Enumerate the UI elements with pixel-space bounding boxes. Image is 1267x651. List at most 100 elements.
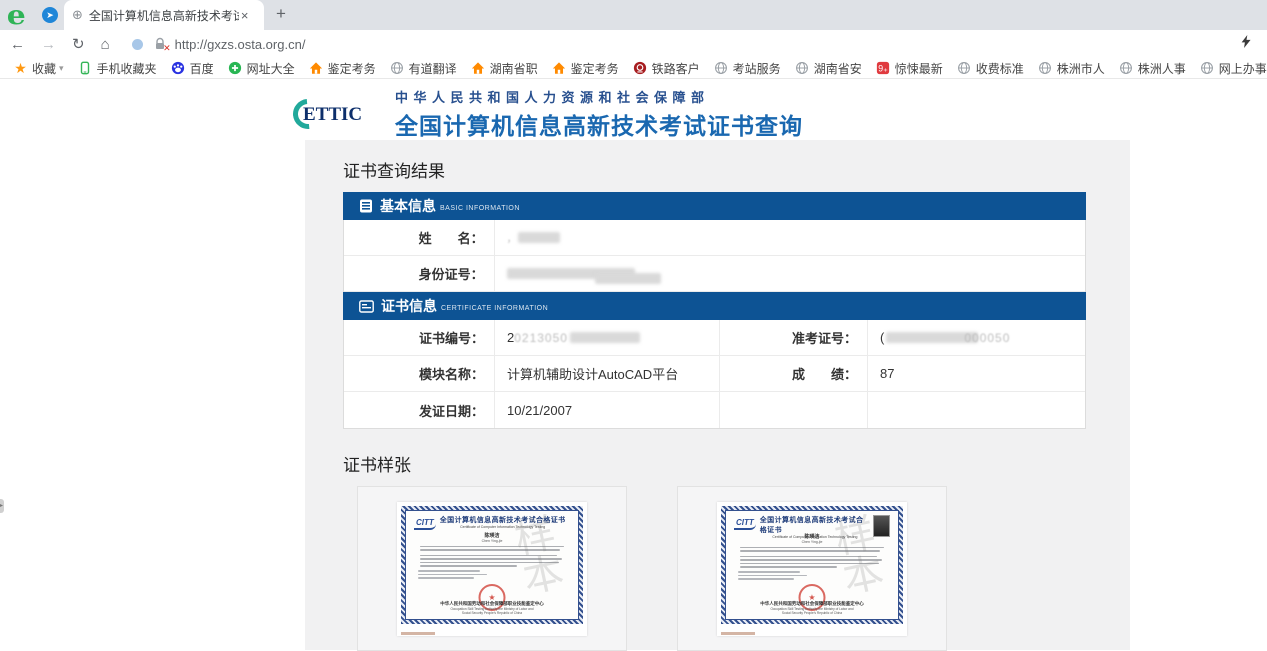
globe-icon: [1200, 61, 1215, 76]
score-label: 成 绩：: [719, 356, 867, 392]
bookmark-item[interactable]: ★ 收藏▾: [13, 60, 64, 77]
basic-info-title: 基本信息: [380, 196, 436, 216]
bookmark-item[interactable]: 收费标准: [957, 60, 1024, 77]
bookmark-label: 考站服务: [733, 60, 781, 77]
phone-icon: [78, 61, 93, 76]
sidebar-collapse-handle[interactable]: ▸: [0, 499, 4, 513]
bookmark-item[interactable]: 铁路客户: [633, 60, 700, 77]
result-heading: 证书查询结果: [305, 140, 1130, 192]
home-button[interactable]: ⌂: [101, 36, 110, 53]
bookmark-label: 有道翻译: [409, 60, 457, 77]
module-value: 计算机辅助设计AutoCAD平台: [494, 356, 719, 392]
result-table: 基本信息 BASIC INFORMATION 姓 名： ， 身份证号：: [343, 192, 1086, 429]
bookmark-label: 网上办事: [1219, 60, 1267, 77]
bookmark-item[interactable]: 网址大全: [228, 60, 295, 77]
bookmark-label: 湖南省职: [490, 60, 538, 77]
certificate-samples: 样本 CITT 全国计算机信息高新技术考试合格证书 Certificate of…: [357, 486, 1130, 651]
id-card-icon: [359, 300, 374, 313]
bookmarks-bar: ★收藏▾手机收藏夹百度网址大全鉴定考务有道翻译湖南省职鉴定考务铁路客户考站服务湖…: [0, 58, 1267, 79]
address-bar: ← → ↻ ⌂ ✕ http://gxzs.osta.org.cn/: [0, 30, 1267, 58]
date-row: 发证日期： 10/21/2007: [344, 392, 1085, 428]
certificate-serial: [401, 632, 435, 635]
train-icon: [633, 61, 648, 76]
certificate-serial: [721, 632, 755, 635]
star-icon: ★: [13, 61, 28, 76]
name-value: ，: [494, 220, 1085, 256]
bookmark-item[interactable]: 鉴定考务: [552, 60, 619, 77]
home-icon: [552, 61, 567, 76]
bookmark-label: 株洲市人: [1057, 60, 1105, 77]
cert-info-header: 证书信息 CERTIFICATE INFORMATION: [343, 292, 1086, 320]
sample-heading: 证书样张: [305, 429, 1130, 486]
home-icon: [309, 61, 324, 76]
citt-logo: CITT: [734, 517, 756, 530]
citt-logo: CITT: [414, 517, 436, 530]
bookmark-label: 株洲人事: [1138, 60, 1186, 77]
bookmark-item[interactable]: 湖南省职: [471, 60, 538, 77]
bookmark-label: 收藏: [32, 60, 56, 77]
new-tab-button[interactable]: +: [276, 4, 286, 24]
browser-360-logo-icon[interactable]: e: [7, 1, 26, 31]
cert-no-row: 证书编号： 2 0213050 准考证号： ( 000050: [344, 320, 1085, 356]
bookmark-item[interactable]: 手机收藏夹: [78, 60, 157, 77]
circleplus-icon: [228, 61, 243, 76]
certificate-sample-front: 样本 CITT 全国计算机信息高新技术考试合格证书 Certificate of…: [357, 486, 627, 651]
site-header: ETTIC 中华人民共和国人力资源和社会保障部 全国计算机信息高新技术考试证书查…: [297, 87, 803, 141]
extension-dot-icon[interactable]: [132, 39, 143, 50]
url-text[interactable]: http://gxzs.osta.org.cn/: [175, 37, 306, 52]
bookmark-item[interactable]: 株洲市人: [1038, 60, 1105, 77]
bookmark-label: 鉴定考务: [328, 60, 376, 77]
globe-icon: ⊕: [72, 7, 83, 23]
exam-no-value: ( 000050: [867, 320, 1085, 356]
score-value: 87: [867, 356, 1085, 392]
globe-icon: [957, 61, 972, 76]
certificate-sample-with-photo: 样本 CITT 全国计算机信息高新技术考试合格证书 Certificate of…: [677, 486, 947, 651]
bookmark-item[interactable]: 株洲人事: [1119, 60, 1186, 77]
bookmark-item[interactable]: 百度: [171, 60, 214, 77]
home-icon: [471, 61, 486, 76]
basic-info-subtitle: BASIC INFORMATION: [440, 205, 520, 212]
globe-icon: [390, 61, 405, 76]
tab-close-icon[interactable]: ×: [241, 8, 249, 23]
cert-no-value: 2 0213050: [494, 320, 719, 356]
insecure-lock-icon[interactable]: ✕: [153, 37, 167, 51]
cert-no-label: 证书编号：: [344, 328, 494, 347]
id-label: 身份证号：: [344, 264, 494, 283]
bookmark-item[interactable]: 有道翻译: [390, 60, 457, 77]
globe-icon: [714, 61, 729, 76]
globe-icon: [795, 61, 810, 76]
document-icon: [359, 199, 373, 213]
id-row: 身份证号：: [344, 256, 1085, 292]
reload-button[interactable]: ↻: [72, 35, 85, 53]
result-panel: 证书查询结果 基本信息 BASIC INFORMATION 姓 名： ， 身份证…: [305, 140, 1130, 650]
exam-no-label: 准考证号：: [719, 320, 867, 356]
date-value: 10/21/2007: [494, 392, 719, 428]
id-value: [494, 256, 1085, 292]
quick-launch-bolt-icon[interactable]: [1240, 35, 1253, 53]
bookmark-label: 网址大全: [247, 60, 295, 77]
page-title: 全国计算机信息高新技术考试证书查询: [395, 107, 803, 141]
sync-account-icon[interactable]: ➤: [42, 7, 58, 23]
cert-info-subtitle: CERTIFICATE INFORMATION: [441, 305, 548, 312]
paw-icon: [171, 61, 186, 76]
bookmark-item[interactable]: 鉴定考务: [309, 60, 376, 77]
back-button[interactable]: ←: [10, 36, 25, 53]
chevron-down-icon: ▾: [59, 63, 64, 74]
bookmark-item[interactable]: 9₊ 惊悚最新: [876, 60, 943, 77]
browser-tab[interactable]: ⊕ 全国计算机信息高新技术考试证 ×: [64, 0, 264, 30]
bookmark-label: 惊悚最新: [895, 60, 943, 77]
globe-icon: [1119, 61, 1134, 76]
name-row: 姓 名： ，: [344, 220, 1085, 256]
module-label: 模块名称：: [344, 364, 494, 383]
bookmark-item[interactable]: 湖南省安: [795, 60, 862, 77]
ministry-line: 中华人民共和国人力资源和社会保障部: [395, 87, 803, 106]
bookmark-label: 手机收藏夹: [97, 60, 157, 77]
globe-icon: [1038, 61, 1053, 76]
bookmark-label: 湖南省安: [814, 60, 862, 77]
ettic-logo: ETTIC: [297, 97, 385, 131]
bookmark-item[interactable]: 考站服务: [714, 60, 781, 77]
bookmark-item[interactable]: 网上办事: [1200, 60, 1267, 77]
badge9-icon: 9₊: [876, 61, 891, 76]
svg-text:9₊: 9₊: [878, 64, 888, 74]
forward-button[interactable]: →: [41, 36, 56, 53]
